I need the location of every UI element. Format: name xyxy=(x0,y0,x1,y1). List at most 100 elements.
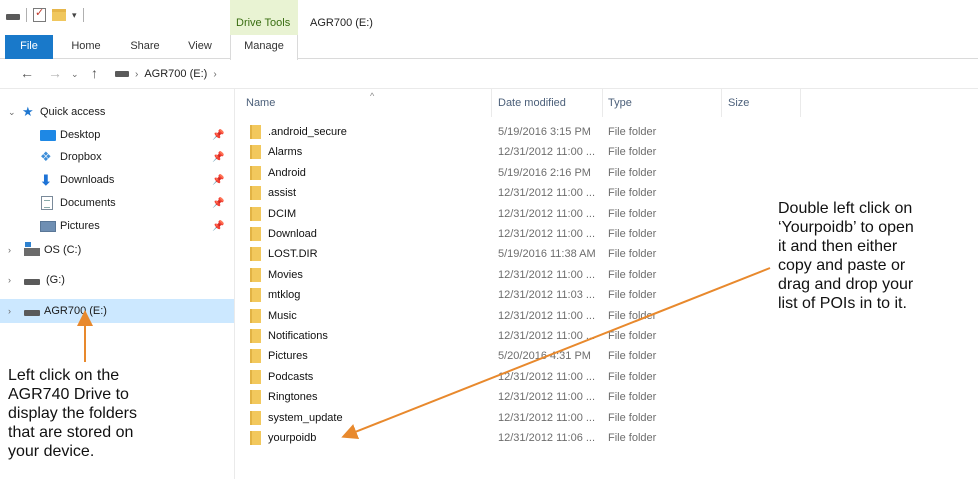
tab-share[interactable]: Share xyxy=(125,35,165,59)
file-type: File folder xyxy=(608,166,657,179)
column-header-name[interactable]: Name xyxy=(246,97,275,109)
file-date-modified: 12/31/2012 11:06 ... xyxy=(498,432,596,444)
expand-chevron-icon[interactable]: › xyxy=(8,275,11,285)
folder-icon xyxy=(250,267,261,282)
column-divider[interactable] xyxy=(721,89,722,117)
forward-arrow-icon[interactable]: → xyxy=(48,65,62,81)
folder-icon xyxy=(250,227,261,241)
instruction-callout-left: Left click on the AGR740 Drive to displa… xyxy=(8,367,137,460)
sidebar-item-label: (G:) xyxy=(46,274,65,286)
sidebar-item-downloads[interactable]: ⬇ Downloads 📌 xyxy=(0,169,234,191)
file-row[interactable]: Alarms 12/31/2012 11:00 ... File folder xyxy=(236,141,978,161)
column-divider[interactable] xyxy=(602,89,603,117)
file-type: File folder xyxy=(608,126,657,138)
drive-icon xyxy=(115,71,129,77)
file-row[interactable]: .android_secure 5/19/2016 3:15 PM File fol… xyxy=(236,121,978,141)
file-type: File folder xyxy=(608,248,657,261)
context-tab-group-label: Drive Tools xyxy=(236,17,291,29)
up-arrow-icon[interactable]: ↑ xyxy=(91,65,98,81)
documents-icon xyxy=(41,196,53,210)
quick-access-toolbar: ▾ xyxy=(6,6,84,22)
pin-icon[interactable]: 📌 xyxy=(212,198,224,209)
file-date-modified: 12/31/2012 11:00 ... xyxy=(498,370,596,383)
drive-icon[interactable] xyxy=(6,14,20,20)
star-icon: ★ xyxy=(22,104,34,119)
column-header-date-modified[interactable]: Date modified xyxy=(498,97,566,109)
sidebar-item-label: Downloads xyxy=(60,174,115,186)
dropbox-icon: ❖ xyxy=(40,149,52,164)
tab-view[interactable]: View xyxy=(180,35,220,59)
folder-icon xyxy=(250,349,261,364)
tab-manage[interactable]: Manage xyxy=(230,35,298,60)
file-date-modified: 5/20/2016 4:31 PM xyxy=(498,350,591,363)
toolbar-divider xyxy=(26,8,27,22)
tab-home[interactable]: Home xyxy=(66,35,106,59)
pin-icon[interactable]: 📌 xyxy=(212,221,224,232)
sidebar-item-agr700-drive[interactable]: › AGR700 (E:) xyxy=(0,299,234,323)
sidebar-item-label: Documents xyxy=(60,197,116,209)
back-arrow-icon[interactable]: ← xyxy=(20,65,34,81)
properties-icon[interactable] xyxy=(33,6,46,22)
breadcrumb[interactable]: › AGR700 (E:) › xyxy=(115,68,217,80)
file-name: LOST.DIR xyxy=(268,248,318,261)
column-header-row: ^ Name Date modified Type Size xyxy=(236,89,978,117)
file-name: Podcasts xyxy=(268,370,314,383)
column-divider[interactable] xyxy=(491,89,492,117)
file-name: Pictures xyxy=(268,350,308,363)
file-date-modified: 5/19/2016 11:38 AM xyxy=(498,248,596,261)
sidebar-item-label: Quick access xyxy=(40,106,106,118)
sidebar-item-dropbox[interactable]: ❖ Dropbox 📌 xyxy=(0,146,234,168)
pin-icon[interactable]: 📌 xyxy=(212,175,224,186)
instruction-callout-right: Double left click on ‘Yourpoidb’ to open… xyxy=(778,200,914,312)
file-type: File folder xyxy=(608,391,657,404)
file-type: File folder xyxy=(608,350,657,363)
file-name: Alarms xyxy=(268,146,303,159)
new-folder-icon[interactable] xyxy=(52,9,66,21)
expand-chevron-icon[interactable]: › xyxy=(8,245,11,255)
breadcrumb-chevron-icon[interactable]: › xyxy=(135,69,138,80)
file-name: DCIM xyxy=(268,207,297,220)
file-name: Android xyxy=(268,166,306,179)
recent-locations-chevron-icon[interactable]: ⌄ xyxy=(71,69,79,80)
file-date-modified: 12/31/2012 11:00 ... xyxy=(498,411,596,424)
breadcrumb-item[interactable]: AGR700 (E:) xyxy=(144,68,207,80)
file-date-modified: 12/31/2012 11:00 ... xyxy=(498,268,596,281)
folder-icon xyxy=(250,410,261,425)
file-date-modified: 12/31/2012 11:00 ... xyxy=(498,187,596,200)
tab-file[interactable]: File xyxy=(5,35,53,59)
sidebar-item-quick-access[interactable]: ⌄ ★ Quick access xyxy=(0,101,234,123)
file-type: File folder xyxy=(608,330,657,342)
sidebar-item-g-drive[interactable]: › (G:) xyxy=(0,269,234,291)
file-row[interactable]: Podcasts 12/31/2012 11:00 ... File folder xyxy=(236,366,978,386)
file-type: File folder xyxy=(608,146,657,159)
file-type: File folder xyxy=(608,207,657,220)
sidebar-item-pictures[interactable]: Pictures 📌 xyxy=(0,215,234,237)
folder-icon xyxy=(250,206,261,221)
file-row[interactable]: Android 5/19/2016 2:16 PM File folder xyxy=(236,162,978,182)
pin-icon[interactable]: 📌 xyxy=(212,130,224,141)
file-row[interactable]: yourpoidb 12/31/2012 11:06 ... File folder xyxy=(236,427,978,447)
folder-icon xyxy=(250,125,261,139)
column-divider[interactable] xyxy=(800,89,801,117)
file-type: File folder xyxy=(608,432,657,444)
column-header-type[interactable]: Type xyxy=(608,97,632,109)
file-name: Download xyxy=(268,228,317,240)
column-header-size[interactable]: Size xyxy=(728,97,749,109)
file-row[interactable]: Notifications 12/31/2012 11:00 ... File fo… xyxy=(236,325,978,345)
ribbon-tabs: File Home Share View Manage xyxy=(0,35,978,60)
file-date-modified: 12/31/2012 11:00 ... xyxy=(498,228,596,240)
customize-dropdown-icon[interactable]: ▾ xyxy=(72,10,77,21)
expand-chevron-icon[interactable]: ⌄ xyxy=(8,107,16,118)
file-name: Ringtones xyxy=(268,391,318,404)
file-row[interactable]: system_update 12/31/2012 11:00 ... File fo… xyxy=(236,407,978,427)
sidebar-item-documents[interactable]: Documents 📌 xyxy=(0,192,234,214)
file-row[interactable]: Ringtones 12/31/2012 11:00 ... File folder xyxy=(236,386,978,406)
file-name: assist xyxy=(268,187,297,200)
file-row[interactable]: Pictures 5/20/2016 4:31 PM File folder xyxy=(236,345,978,365)
expand-chevron-icon[interactable]: › xyxy=(8,306,11,316)
sidebar-item-os-drive[interactable]: › OS (C:) xyxy=(0,239,234,261)
sidebar-item-desktop[interactable]: Desktop 📌 xyxy=(0,124,234,146)
pin-icon[interactable]: 📌 xyxy=(212,152,224,163)
breadcrumb-chevron-icon[interactable]: › xyxy=(213,69,216,80)
file-type: File folder xyxy=(608,228,657,240)
